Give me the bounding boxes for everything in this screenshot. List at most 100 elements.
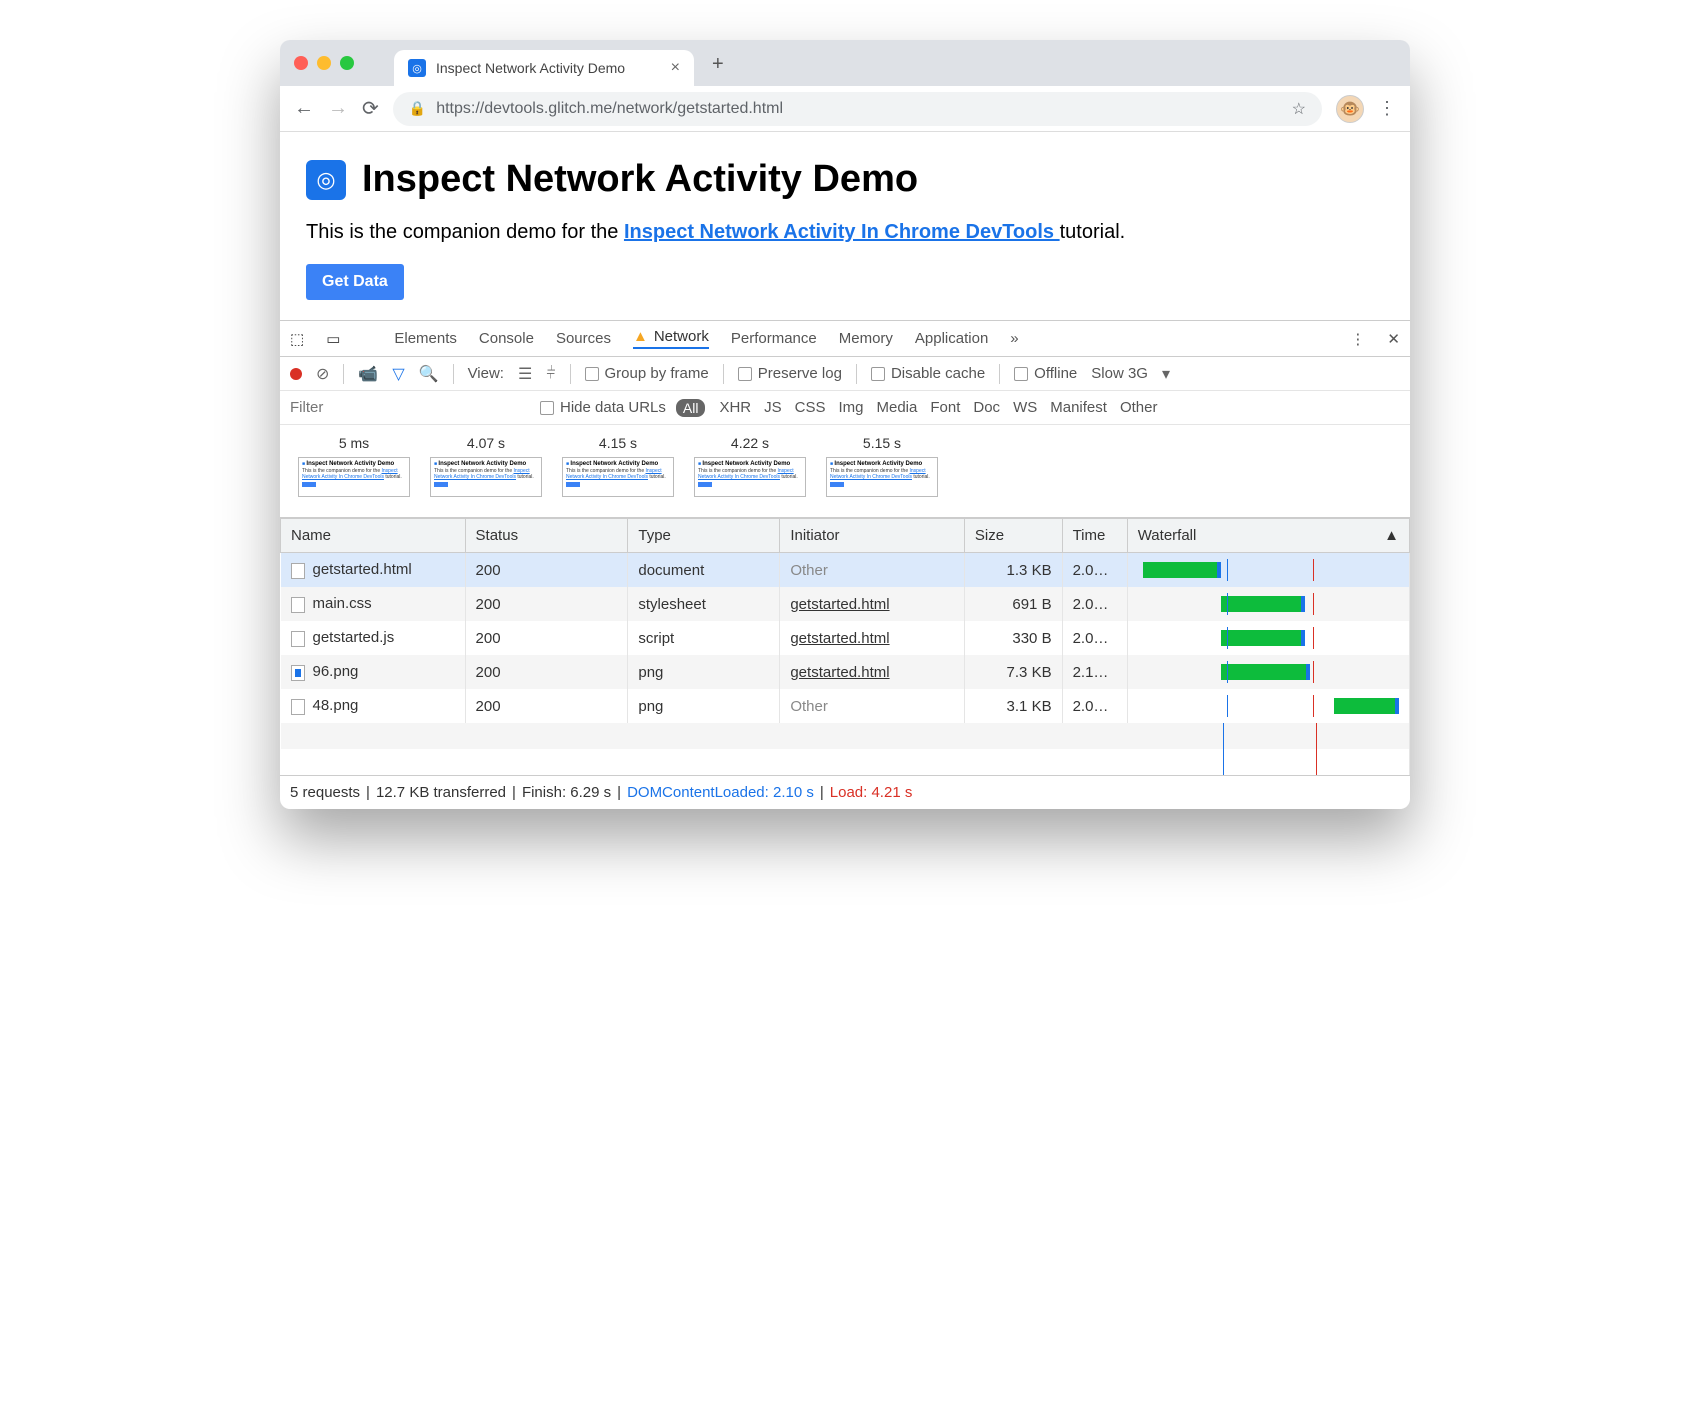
request-row[interactable]: main.css200stylesheetgetstarted.html691 … — [281, 587, 1410, 621]
device-toggle-icon[interactable]: ▭ — [326, 330, 340, 348]
request-name: 48.png — [313, 697, 359, 714]
browser-window: ◎ Inspect Network Activity Demo × + ← → … — [280, 40, 1410, 809]
filter-icon[interactable]: ▽ — [392, 364, 404, 384]
tab-sources[interactable]: Sources — [556, 330, 611, 347]
filmstrip-timestamp: 5 ms — [339, 435, 369, 451]
column-type[interactable]: Type — [628, 519, 780, 553]
filter-type-manifest[interactable]: Manifest — [1050, 399, 1107, 416]
filmstrip-frame[interactable]: 5.15 s■ Inspect Network Activity DemoThi… — [826, 435, 938, 497]
request-type: png — [628, 689, 780, 723]
minimize-window-button[interactable] — [317, 56, 331, 70]
hide-data-urls-checkbox[interactable]: Hide data URLs — [540, 399, 666, 416]
request-status: 200 — [465, 587, 628, 621]
tab-application[interactable]: Application — [915, 330, 988, 347]
get-data-button[interactable]: Get Data — [306, 264, 404, 300]
tab-performance[interactable]: Performance — [731, 330, 817, 347]
throttle-select[interactable]: Slow 3G — [1091, 365, 1148, 382]
column-waterfall[interactable]: Waterfall▲ — [1127, 519, 1409, 553]
browser-menu-icon[interactable]: ⋮ — [1378, 98, 1396, 119]
record-button[interactable] — [290, 368, 302, 380]
request-status: 200 — [465, 655, 628, 689]
request-size: 330 B — [964, 621, 1062, 655]
reload-button[interactable]: ⟳ — [362, 96, 379, 121]
throttle-dropdown-icon[interactable]: ▾ — [1162, 364, 1170, 384]
filter-type-xhr[interactable]: XHR — [719, 399, 751, 416]
warning-icon: ▲ — [633, 328, 648, 345]
column-time[interactable]: Time — [1062, 519, 1127, 553]
maximize-window-button[interactable] — [340, 56, 354, 70]
tab-title: Inspect Network Activity Demo — [436, 60, 625, 76]
group-by-frame-checkbox[interactable]: Group by frame — [585, 365, 709, 382]
page-logo-icon: ◎ — [306, 160, 346, 200]
lock-icon: 🔒 — [409, 100, 426, 117]
initiator-link[interactable]: getstarted.html — [790, 664, 889, 681]
file-icon — [291, 597, 305, 613]
bookmark-star-icon[interactable]: ☆ — [1292, 99, 1306, 119]
tab-elements[interactable]: Elements — [394, 330, 457, 347]
filter-input[interactable] — [280, 391, 540, 424]
filter-type-font[interactable]: Font — [930, 399, 960, 416]
filter-all[interactable]: All — [676, 399, 706, 417]
filter-type-js[interactable]: JS — [764, 399, 782, 416]
filmstrip-frame[interactable]: 4.15 s■ Inspect Network Activity DemoThi… — [562, 435, 674, 497]
column-name[interactable]: Name — [281, 519, 466, 553]
request-row[interactable]: 96.png200pnggetstarted.html7.3 KB2.1… — [281, 655, 1410, 689]
inspect-element-icon[interactable]: ⬚ — [290, 330, 304, 348]
filmstrip-thumbnail: ■ Inspect Network Activity DemoThis is t… — [430, 457, 542, 497]
request-status: 200 — [465, 621, 628, 655]
more-tabs-icon[interactable]: » — [1010, 330, 1018, 347]
url-text: https://devtools.glitch.me/network/getst… — [436, 100, 783, 118]
tutorial-link[interactable]: Inspect Network Activity In Chrome DevTo… — [624, 221, 1060, 243]
preserve-log-checkbox[interactable]: Preserve log — [738, 365, 842, 382]
profile-avatar[interactable]: 🐵 — [1336, 95, 1364, 123]
request-name: main.css — [313, 595, 372, 612]
filmstrip-frame[interactable]: 4.07 s■ Inspect Network Activity DemoThi… — [430, 435, 542, 497]
column-size[interactable]: Size — [964, 519, 1062, 553]
request-row[interactable]: getstarted.js200scriptgetstarted.html330… — [281, 621, 1410, 655]
initiator-text: Other — [790, 562, 828, 579]
network-filter-bar: Hide data URLs All XHR JS CSS Img Media Font D… — [280, 391, 1410, 425]
file-icon — [291, 699, 305, 715]
offline-checkbox[interactable]: Offline — [1014, 365, 1077, 382]
tab-console[interactable]: Console — [479, 330, 534, 347]
file-icon — [291, 631, 305, 647]
overview-icon[interactable]: ⫩ — [546, 365, 555, 383]
request-status: 200 — [465, 689, 628, 723]
large-rows-icon[interactable]: ☰ — [518, 364, 532, 384]
filter-type-ws[interactable]: WS — [1013, 399, 1037, 416]
request-row[interactable]: getstarted.html200documentOther1.3 KB2.0… — [281, 553, 1410, 588]
request-name: 96.png — [313, 663, 359, 680]
back-button[interactable]: ← — [294, 97, 314, 120]
filmstrip-frame[interactable]: 5 ms■ Inspect Network Activity DemoThis … — [298, 435, 410, 497]
filter-type-media[interactable]: Media — [877, 399, 918, 416]
close-tab-icon[interactable]: × — [671, 59, 680, 77]
close-window-button[interactable] — [294, 56, 308, 70]
request-row[interactable]: 48.png200pngOther3.1 KB2.0… — [281, 689, 1410, 723]
devtools-close-icon[interactable]: ✕ — [1387, 330, 1400, 348]
disable-cache-checkbox[interactable]: Disable cache — [871, 365, 985, 382]
column-status[interactable]: Status — [465, 519, 628, 553]
filter-type-doc[interactable]: Doc — [973, 399, 1000, 416]
filter-type-other[interactable]: Other — [1120, 399, 1158, 416]
forward-button[interactable]: → — [328, 97, 348, 120]
filter-type-css[interactable]: CSS — [795, 399, 826, 416]
initiator-link[interactable]: getstarted.html — [790, 630, 889, 647]
waterfall-cell — [1138, 559, 1399, 581]
tab-memory[interactable]: Memory — [839, 330, 893, 347]
column-initiator[interactable]: Initiator — [780, 519, 965, 553]
filmstrip-frame[interactable]: 4.22 s■ Inspect Network Activity DemoThi… — [694, 435, 806, 497]
request-time: 2.0… — [1062, 621, 1127, 655]
status-requests: 5 requests — [290, 784, 360, 801]
screenshots-icon[interactable]: 📹 — [358, 364, 378, 384]
devtools-menu-icon[interactable]: ⋮ — [1350, 330, 1365, 348]
initiator-link[interactable]: getstarted.html — [790, 596, 889, 613]
page-heading: Inspect Network Activity Demo — [362, 158, 918, 201]
address-bar[interactable]: 🔒 https://devtools.glitch.me/network/get… — [393, 92, 1322, 126]
browser-tab[interactable]: ◎ Inspect Network Activity Demo × — [394, 50, 694, 86]
clear-icon[interactable]: ⊘ — [316, 364, 329, 384]
new-tab-button[interactable]: + — [712, 53, 724, 76]
search-icon[interactable]: 🔍 — [419, 364, 439, 384]
tab-network[interactable]: ▲Network — [633, 328, 709, 349]
devtools-panel: ⬚ ▭ Elements Console Sources ▲Network Pe… — [280, 320, 1410, 809]
filter-type-img[interactable]: Img — [838, 399, 863, 416]
